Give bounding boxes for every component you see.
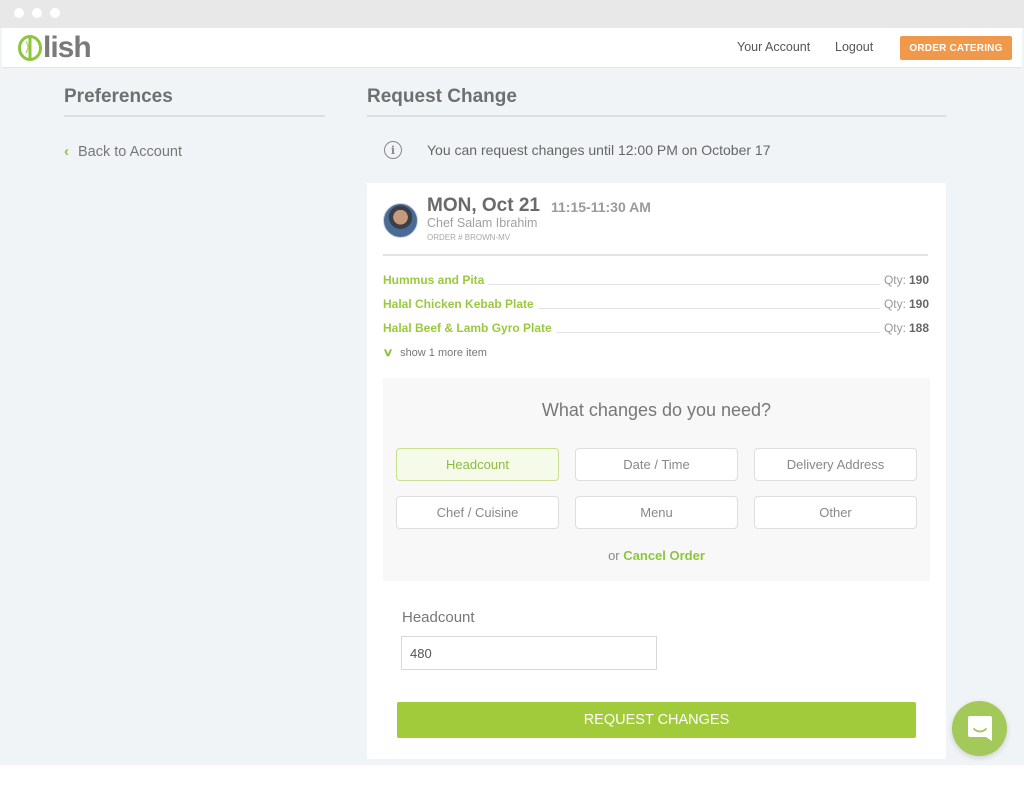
title-divider [367, 115, 946, 117]
back-to-account-link[interactable]: ‹ Back to Account [64, 143, 182, 160]
show-more-label: show 1 more item [400, 346, 487, 359]
option-delivery-address[interactable]: Delivery Address [754, 448, 917, 481]
back-link-label: Back to Account [78, 143, 182, 160]
logo[interactable]: lish [18, 31, 92, 64]
request-changes-button[interactable]: REQUEST CHANGES [397, 702, 916, 738]
order-catering-button[interactable]: ORDER CATERING [900, 36, 1012, 60]
top-navbar: lish Your Account Logout ORDER CATERING [2, 28, 1022, 68]
item-name[interactable]: Hummus and Pita [383, 273, 484, 287]
option-chef-cuisine[interactable]: Chef / Cuisine [396, 496, 559, 529]
option-other[interactable]: Other [754, 496, 917, 529]
order-date: MON, Oct 21 [427, 195, 540, 216]
change-type-heading: What changes do you need? [541, 400, 772, 420]
window-dot-maximize[interactable] [50, 8, 60, 18]
cancel-order-row: or Cancel Order [383, 548, 930, 563]
order-item: Halal Chicken Kebab Plate Qty: 190 [383, 293, 929, 311]
or-text: or [608, 548, 620, 563]
order-number: ORDER # BROWN-MV [427, 233, 511, 242]
headcount-input[interactable] [401, 636, 657, 670]
card-divider [383, 254, 928, 256]
headcount-label: Headcount [402, 609, 475, 626]
order-time: 11:15-11:30 AM [551, 199, 651, 215]
qty-label: Qty: [883, 297, 906, 311]
chat-bubble-icon [967, 715, 992, 741]
window-chrome [0, 0, 1024, 28]
qty-label: Qty: [883, 273, 906, 287]
order-item: Hummus and Pita Qty: 190 [383, 269, 929, 287]
option-headcount[interactable]: Headcount [396, 448, 559, 481]
qty-label: Qty: [883, 321, 906, 335]
show-more-items-link[interactable]: ∨ show 1 more item [382, 346, 487, 360]
option-menu[interactable]: Menu [575, 496, 738, 529]
info-icon: i [384, 141, 402, 159]
sidebar-divider [64, 115, 325, 117]
item-name[interactable]: Halal Chicken Kebab Plate [383, 297, 534, 311]
item-qty: 190 [908, 273, 929, 287]
item-name[interactable]: Halal Beef & Lamb Gyro Plate [383, 321, 552, 335]
deadline-text: You can request changes until 12:00 PM o… [427, 142, 771, 158]
logo-text: lish [43, 31, 92, 64]
chevron-left-icon: ‹ [64, 143, 69, 160]
chef-avatar [383, 203, 418, 238]
item-leader-line [537, 308, 880, 309]
nav-link-your-account[interactable]: Your Account [737, 40, 810, 54]
chat-launcher-button[interactable] [952, 701, 1007, 756]
chevron-down-icon: ∨ [382, 347, 394, 359]
deadline-notice: i You can request changes until 12:00 PM… [384, 141, 771, 159]
nav-link-logout[interactable]: Logout [835, 40, 873, 54]
window-dot-minimize[interactable] [32, 8, 42, 18]
browser-window: lish Your Account Logout ORDER CATERING … [0, 0, 1024, 765]
window-dot-close[interactable] [14, 8, 24, 18]
sidebar-title: Preferences [64, 86, 173, 107]
order-item: Halal Beef & Lamb Gyro Plate Qty: 188 [383, 317, 929, 335]
item-qty: 190 [908, 297, 929, 311]
change-type-panel: What changes do you need? Headcount Date… [383, 378, 930, 581]
item-leader-line [488, 284, 880, 285]
chef-name: Chef Salam Ibrahim [427, 216, 538, 230]
cancel-order-link[interactable]: Cancel Order [623, 548, 705, 563]
page-title: Request Change [367, 86, 517, 107]
order-card: MON, Oct 21 11:15-11:30 AM Chef Salam Ib… [367, 183, 946, 759]
option-date-time[interactable]: Date / Time [575, 448, 738, 481]
item-qty: 188 [908, 321, 929, 335]
logo-leaf-icon [18, 35, 42, 61]
item-leader-line [555, 332, 880, 333]
